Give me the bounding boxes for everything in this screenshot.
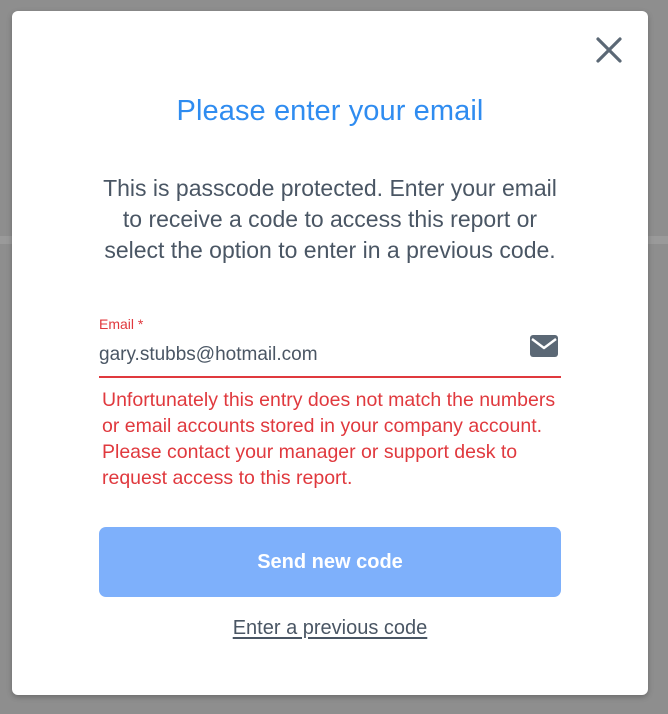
email-modal: Please enter your email This is passcode… bbox=[12, 11, 648, 695]
modal-title: Please enter your email bbox=[176, 95, 484, 127]
enter-previous-code-link[interactable]: Enter a previous code bbox=[233, 617, 428, 639]
send-new-code-button[interactable]: Send new code bbox=[99, 527, 561, 597]
close-icon bbox=[596, 37, 622, 63]
email-input[interactable] bbox=[99, 339, 519, 371]
close-button[interactable] bbox=[592, 33, 626, 67]
email-field-underline bbox=[99, 376, 561, 378]
email-error-message: Unfortunately this entry does not match … bbox=[102, 389, 556, 489]
enter-previous-code-link-row: Enter a previous code bbox=[12, 617, 648, 640]
modal-description: This is passcode protected. Enter your e… bbox=[103, 175, 557, 263]
email-label: Email * bbox=[99, 316, 144, 332]
envelope-icon bbox=[529, 334, 559, 358]
